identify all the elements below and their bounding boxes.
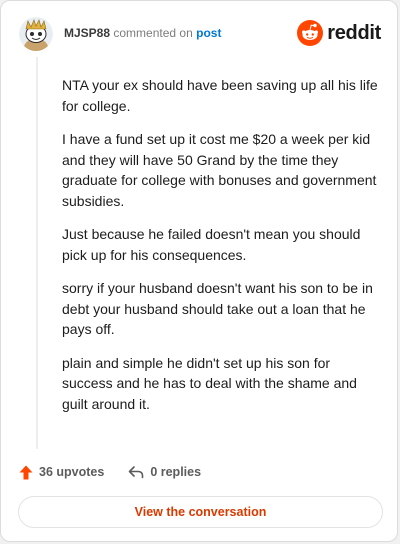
reddit-brand[interactable]: reddit bbox=[297, 19, 381, 47]
comment-card: MJSP88 commented on post reddit NTA your… bbox=[0, 0, 398, 542]
avatar-snoo-icon bbox=[19, 17, 53, 51]
comment-paragraph: NTA your ex should have been saving up a… bbox=[62, 77, 378, 114]
reddit-logo-icon bbox=[297, 20, 324, 46]
comment-paragraph: I have a fund set up it cost me $20 a we… bbox=[62, 131, 377, 209]
view-conversation-button[interactable]: View the conversation bbox=[18, 496, 383, 528]
comment-paragraph: sorry if your husband doesn't want his s… bbox=[62, 280, 373, 337]
comment-paragraph: Just because he failed doesn't mean you … bbox=[62, 226, 361, 263]
post-link[interactable]: post bbox=[196, 26, 221, 40]
reddit-wordmark: reddit bbox=[327, 21, 381, 44]
commented-on-text: commented on bbox=[113, 26, 193, 40]
upvote-count: 36 upvotes bbox=[39, 465, 105, 479]
comment-paragraph: plain and simple he didn't set up his so… bbox=[62, 354, 357, 412]
upvote-arrow-icon bbox=[19, 465, 33, 479]
upvote-button[interactable]: 36 upvotes bbox=[19, 465, 104, 480]
comment-body: NTA your ex should have been saving up a… bbox=[62, 75, 380, 427]
avatar[interactable] bbox=[19, 17, 53, 51]
reply-button[interactable]: 0 replies bbox=[128, 465, 201, 479]
thread-line bbox=[36, 57, 38, 449]
reply-count: 0 replies bbox=[150, 465, 202, 479]
comment-header: MJSP88 commented on post reddit bbox=[19, 17, 381, 53]
comment-meta: MJSP88 commented on post bbox=[64, 26, 221, 40]
reply-arrow-icon bbox=[129, 466, 144, 479]
username[interactable]: MJSP88 bbox=[64, 26, 110, 40]
comment-actions: 36 upvotes 0 replies bbox=[19, 461, 381, 483]
